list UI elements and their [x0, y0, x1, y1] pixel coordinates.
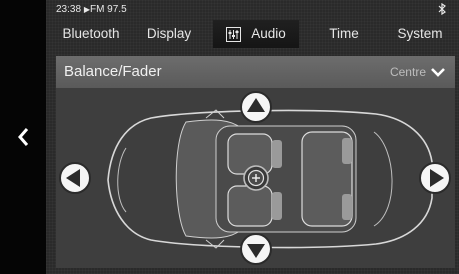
car-diagram-area: [56, 88, 455, 268]
fader-front-button[interactable]: [239, 90, 273, 124]
panel-title: Balance/Fader: [64, 63, 162, 80]
arrow-up-icon: [240, 91, 272, 123]
bluetooth-icon: [438, 3, 446, 15]
back-chevron-icon: [18, 128, 29, 146]
equalizer-icon: [226, 26, 242, 42]
tab-audio[interactable]: Audio: [213, 20, 299, 48]
status-time: 23:38: [56, 4, 82, 15]
preset-value: Centre: [389, 65, 426, 79]
center-crosshair-icon: [243, 165, 269, 191]
tab-display[interactable]: Display: [136, 20, 202, 48]
tab-label: Bluetooth: [62, 26, 120, 41]
back-button[interactable]: [9, 120, 37, 154]
tab-label: Audio: [251, 26, 286, 41]
tab-time[interactable]: Time: [318, 20, 370, 48]
balance-left-button[interactable]: [58, 161, 92, 195]
arrow-left-icon: [59, 162, 91, 194]
arrow-down-icon: [240, 233, 272, 265]
tab-system[interactable]: System: [390, 20, 450, 48]
tab-bluetooth[interactable]: Bluetooth: [56, 20, 126, 48]
status-bar: 23:38 ▶FM 97.5: [56, 4, 127, 15]
balance-fader-panel: Balance/Fader Centre: [56, 56, 455, 268]
left-nav-strip: [0, 0, 46, 274]
tab-label: Time: [329, 26, 359, 41]
balance-center-handle[interactable]: [243, 165, 269, 191]
fader-rear-button[interactable]: [239, 232, 273, 266]
panel-header: Balance/Fader Centre: [56, 56, 455, 88]
tab-label: System: [397, 26, 443, 41]
status-source: FM 97.5: [89, 4, 127, 15]
chevron-down-icon: [431, 68, 445, 77]
tab-label: Display: [146, 26, 192, 41]
arrow-right-icon: [419, 162, 451, 194]
balance-right-button[interactable]: [418, 161, 452, 195]
preset-dropdown[interactable]: Centre: [390, 65, 445, 79]
head-unit-screen: 23:38 ▶FM 97.5 Bluetooth Display Audio T…: [46, 0, 459, 274]
tab-bar: Bluetooth Display Audio Time System: [46, 20, 459, 48]
